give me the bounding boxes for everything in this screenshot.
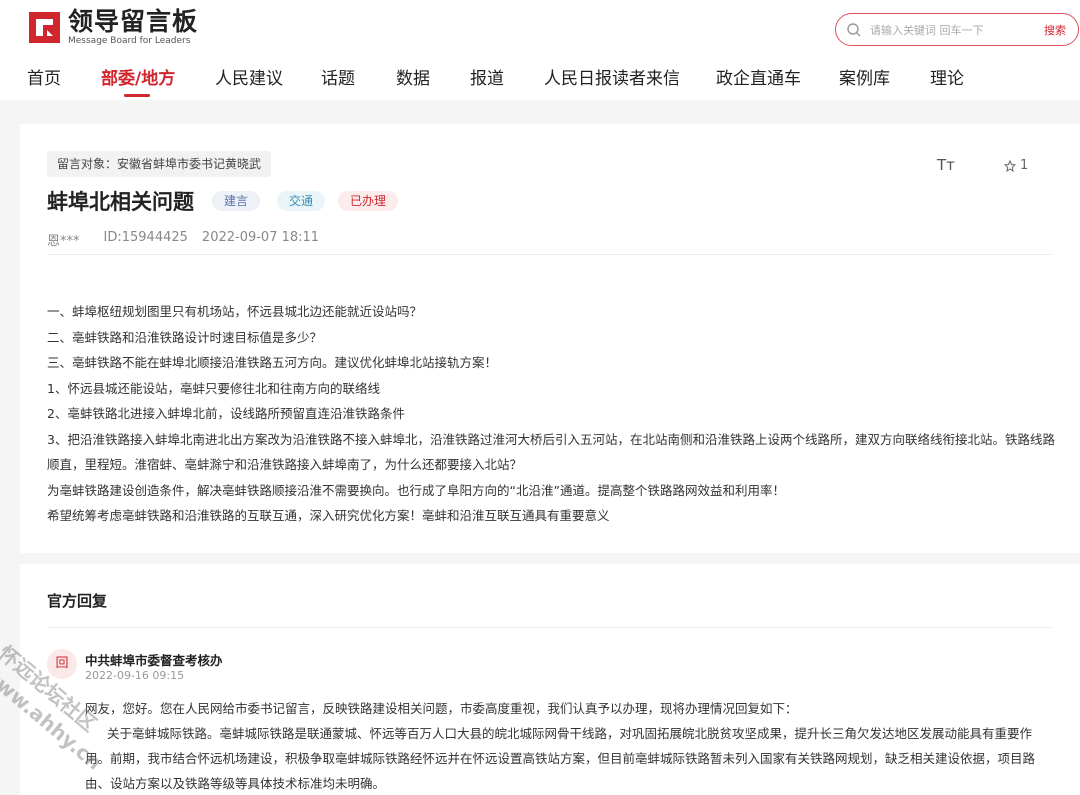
nav-item-reader-letters[interactable]: 人民日报读者来信	[544, 64, 680, 89]
field-badge: 交通	[277, 191, 326, 211]
avatar: 回	[47, 649, 77, 679]
divider	[47, 627, 1052, 628]
logo-subtitle: Message Board for Leaders	[68, 36, 191, 46]
reply-paragraph: 网友，您好。您在人民网给市委书记留言，反映铁路建设相关问题，市委高度重视，我们认…	[85, 701, 798, 716]
status-badge: 已办理	[338, 191, 399, 211]
nav-item-enterprise[interactable]: 政企直通车	[716, 64, 801, 89]
nav-item-cases[interactable]: 案例库	[839, 64, 890, 89]
nav-item-home[interactable]: 首页	[27, 64, 61, 89]
nav-item-ministries[interactable]: 部委/地方	[101, 64, 175, 89]
message-target: 留言对象：安徽省蚌埠市委书记黄晓武	[47, 151, 272, 177]
favorite-count: 1	[1020, 158, 1029, 173]
message-datetime: 2022-09-07 18:11	[201, 230, 320, 245]
replier-name: 中共蚌埠市委督查考核办	[85, 653, 223, 668]
site-logo[interactable]: 领导留言板 Message Board for Leaders	[27, 8, 198, 47]
search-input[interactable]	[870, 20, 1020, 40]
search-box: 搜索	[835, 13, 1079, 46]
reply-time: 2022-09-16 09:15	[85, 669, 185, 682]
reply-section-title: 官方回复	[47, 592, 108, 610]
reply-body: 网友，您好。您在人民网给市委书记留言，反映铁路建设相关问题，市委高度重视，我们认…	[85, 696, 1055, 795]
author: 恩***	[47, 234, 80, 249]
reply-paragraph: 关于亳蚌城际铁路。亳蚌城际铁路是联通蒙城、怀远等百万人口大县的皖北城际网骨干线路…	[85, 726, 1036, 791]
nav-item-reports[interactable]: 报道	[470, 64, 504, 89]
logo-title: 领导留言板	[68, 7, 199, 36]
message-card: 留言对象：安徽省蚌埠市委书记黄晓武 Tт 1 蚌埠北相关问题 建言 交通 已办理…	[20, 124, 1080, 553]
nav-item-topics[interactable]: 话题	[321, 64, 355, 89]
message-title: 蚌埠北相关问题	[47, 190, 194, 214]
message-paragraph: 希望统筹考虑亳蚌铁路和沿淮铁路的互联互通，深入研究优化方案！亳蚌和沿淮互联互通具…	[47, 508, 610, 523]
site-header: 领导留言板 Message Board for Leaders 搜索 首页 部委…	[0, 0, 1080, 100]
message-paragraph: 2、亳蚌铁路北进接入蚌埠北前，设线路所预留直连沿淮铁路条件	[47, 406, 405, 421]
search-icon	[847, 23, 861, 37]
message-paragraph: 三、亳蚌铁路不能在蚌埠北顺接沿淮铁路五河方向。建议优化蚌埠北站接轨方案！	[47, 355, 498, 370]
type-badge: 建言	[212, 191, 261, 211]
font-size-icon[interactable]: Tт	[937, 156, 955, 174]
message-paragraph: 二、亳蚌铁路和沿淮铁路设计时速目标值是多少？	[47, 329, 323, 345]
logo-icon	[29, 12, 60, 43]
message-paragraph: 3、把沿淮铁路接入蚌埠北南进北出方案改为沿淮铁路不接入蚌埠北，沿淮铁路过淮河大桥…	[47, 431, 1055, 473]
message-paragraph: 一、蚌埠枢纽规划图里只有机场站，怀远县城北边还能就近设站吗？	[47, 304, 423, 319]
star-icon	[1004, 159, 1016, 172]
search-button[interactable]: 搜索	[1044, 22, 1066, 38]
message-meta: 恩*** ID:15944425 2022-09-07 18:11	[47, 230, 333, 249]
message-paragraph: 1、怀远县城还能设站，亳蚌只要修往北和往南方向的联络线	[47, 380, 380, 396]
message-body: 一、蚌埠枢纽规划图里只有机场站，怀远县城北边还能就近设站吗？ 二、亳蚌铁路和沿淮…	[47, 299, 1055, 529]
nav-item-data[interactable]: 数据	[396, 64, 430, 89]
nav-active-indicator	[124, 94, 150, 97]
reply-card: 官方回复 回 中共蚌埠市委督查考核办 2022-09-16 09:15 网友，您…	[20, 564, 1080, 795]
nav-item-theory[interactable]: 理论	[930, 64, 964, 89]
favorite-button[interactable]: 1	[1004, 158, 1028, 173]
main-nav: 首页 部委/地方 人民建议 话题 数据 报道 人民日报读者来信 政企直通车 案例…	[0, 60, 1080, 100]
divider	[47, 254, 1052, 255]
message-paragraph: 为亳蚌铁路建设创造条件，解决亳蚌铁路顺接沿淮不需要换向。也行成了阜阳方向的“北沿…	[47, 482, 785, 498]
message-id: ID:15944425	[103, 230, 188, 245]
nav-item-suggestions[interactable]: 人民建议	[215, 64, 283, 89]
